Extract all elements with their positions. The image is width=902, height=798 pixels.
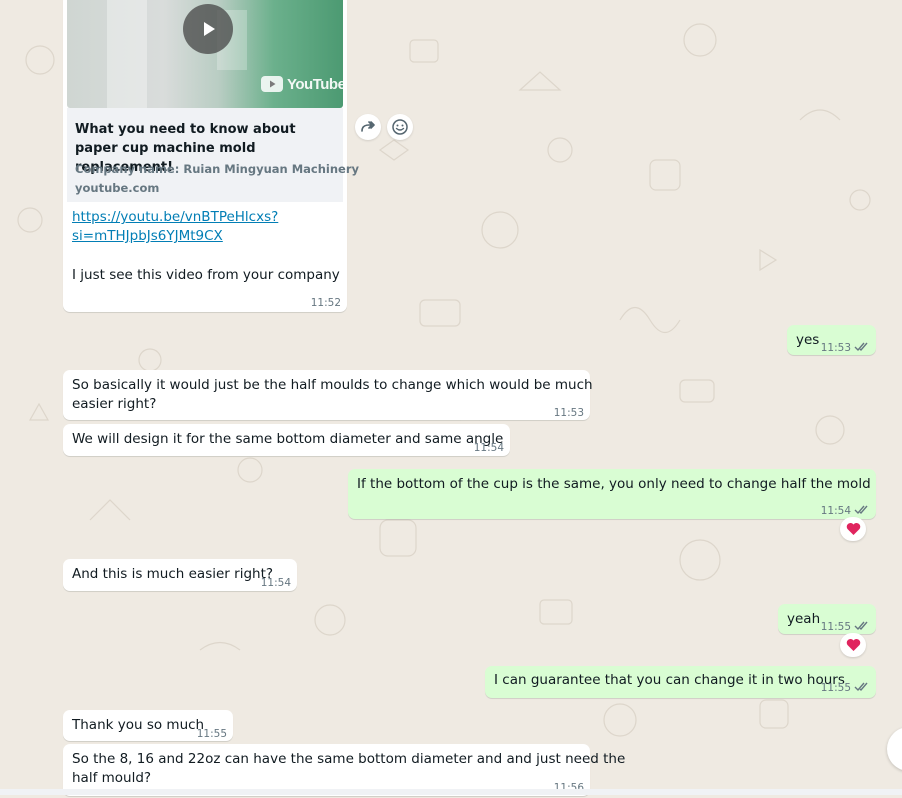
double-check-icon — [854, 619, 870, 631]
heart-reaction[interactable] — [840, 517, 866, 541]
message-time: 11:54 — [260, 577, 291, 589]
double-check-icon — [854, 340, 870, 352]
link-preview-description: Company name: Ruian Mingyuan Machinery — [75, 162, 360, 176]
outgoing-message[interactable]: I can guarantee that you can change it i… — [485, 666, 876, 698]
outgoing-message[interactable]: yeah 11:55 — [778, 604, 876, 634]
message-time: 11:54 — [473, 442, 504, 454]
message-text: If the bottom of the cup is the same, yo… — [357, 476, 871, 492]
message-text: I can guarantee that you can change it i… — [494, 672, 845, 688]
message-link[interactable]: https://youtu.be/vnBTPeHlcxs? si=mTHJpbJ… — [72, 208, 278, 246]
outgoing-message[interactable]: yes 11:53 — [787, 325, 876, 355]
incoming-message[interactable]: Thank you so much 11:55 — [63, 710, 233, 741]
composer-edge — [0, 789, 902, 795]
message-text: We will design it for the same bottom di… — [72, 431, 504, 447]
play-icon[interactable] — [183, 4, 233, 54]
message-time: 11:53 — [821, 339, 870, 358]
double-check-icon — [854, 503, 870, 515]
message-text: yes — [796, 332, 820, 348]
message-time: 11:52 — [310, 297, 341, 309]
message-time: 11:53 — [553, 407, 584, 419]
message-text: So basically it would just be the half m… — [72, 377, 593, 412]
video-thumbnail[interactable]: YouTube — [67, 0, 343, 108]
incoming-message[interactable]: We will design it for the same bottom di… — [63, 424, 510, 456]
incoming-message[interactable]: So basically it would just be the half m… — [63, 370, 593, 420]
double-check-icon — [854, 680, 870, 692]
message-text: Thank you so much — [72, 717, 205, 733]
incoming-message[interactable]: And this is much easier right? 11:54 — [63, 559, 297, 591]
emoji-icon[interactable] — [387, 114, 413, 140]
message-text: So the 8, 16 and 22oz can have the same … — [72, 751, 626, 786]
heart-reaction[interactable] — [840, 633, 866, 657]
message-time: 11:55 — [821, 679, 870, 698]
message-text: I just see this video from your company — [72, 267, 340, 283]
message-text: yeah — [787, 611, 821, 627]
link-preview-message[interactable]: YouTube What you need to know about pape… — [63, 0, 359, 312]
outgoing-message[interactable]: If the bottom of the cup is the same, yo… — [348, 469, 876, 519]
link-preview-card[interactable]: What you need to know about paper cup ma… — [67, 108, 359, 202]
message-time: 11:55 — [196, 728, 227, 740]
forward-icon[interactable] — [355, 114, 381, 140]
message-text: And this is much easier right? — [72, 566, 274, 582]
youtube-logo: YouTube — [261, 74, 343, 94]
link-preview-domain: youtube.com — [75, 181, 160, 195]
